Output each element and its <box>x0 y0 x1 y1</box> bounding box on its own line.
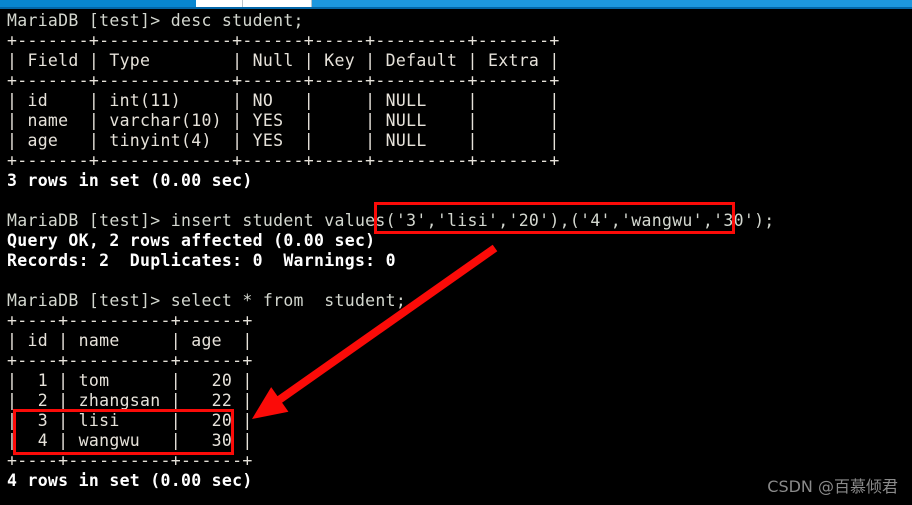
window-chrome-bar <box>0 0 912 9</box>
terminal-line-11: Query OK, 2 rows affected (0.00 sec) <box>7 231 376 250</box>
terminal-output[interactable]: MariaDB [test]> desc student; +-------+--… <box>0 9 912 505</box>
terminal-line-13 <box>7 271 912 291</box>
terminal-line-8: 3 rows in set (0.00 sec) <box>7 171 253 190</box>
terminal-line-12: Records: 2 Duplicates: 0 Warnings: 0 <box>7 251 396 270</box>
terminal-line-10: MariaDB [test]> insert student values('3… <box>7 211 775 230</box>
terminal-line-18: | 1 | tom | 20 | <box>7 371 253 390</box>
terminal-window: MariaDB [test]> desc student; +-------+--… <box>0 0 912 505</box>
terminal-line-16: | id | name | age | <box>7 331 253 350</box>
terminal-line-6: | age | tinyint(4) | YES | | NULL | | <box>7 131 560 150</box>
terminal-line-15: +----+----------+------+ <box>7 311 253 330</box>
terminal-line-4: | id | int(11) | NO | | NULL | | <box>7 91 560 110</box>
terminal-line-3: +-------+-------------+------+-----+----… <box>7 71 560 90</box>
terminal-line-17: +----+----------+------+ <box>7 351 253 370</box>
terminal-line-22: +----+----------+------+ <box>7 451 253 470</box>
terminal-line-21: | 4 | wangwu | 30 | <box>7 431 253 450</box>
terminal-line-7: +-------+-------------+------+-----+----… <box>7 151 560 170</box>
terminal-line-2: | Field | Type | Null | Key | Default | … <box>7 51 560 70</box>
terminal-line-20: | 3 | lisi | 20 | <box>7 411 253 430</box>
terminal-line-1: +-------+-------------+------+-----+----… <box>7 31 560 50</box>
terminal-line-0: MariaDB [test]> desc student; <box>7 11 304 30</box>
terminal-line-5: | name | varchar(10) | YES | | NULL | | <box>7 111 560 130</box>
csdn-watermark: CSDN @百慕倾君 <box>767 477 898 496</box>
terminal-line-14: MariaDB [test]> select * from student; <box>7 291 407 310</box>
terminal-line-19: | 2 | zhangsan | 22 | <box>7 391 253 410</box>
terminal-line-9 <box>7 191 912 211</box>
